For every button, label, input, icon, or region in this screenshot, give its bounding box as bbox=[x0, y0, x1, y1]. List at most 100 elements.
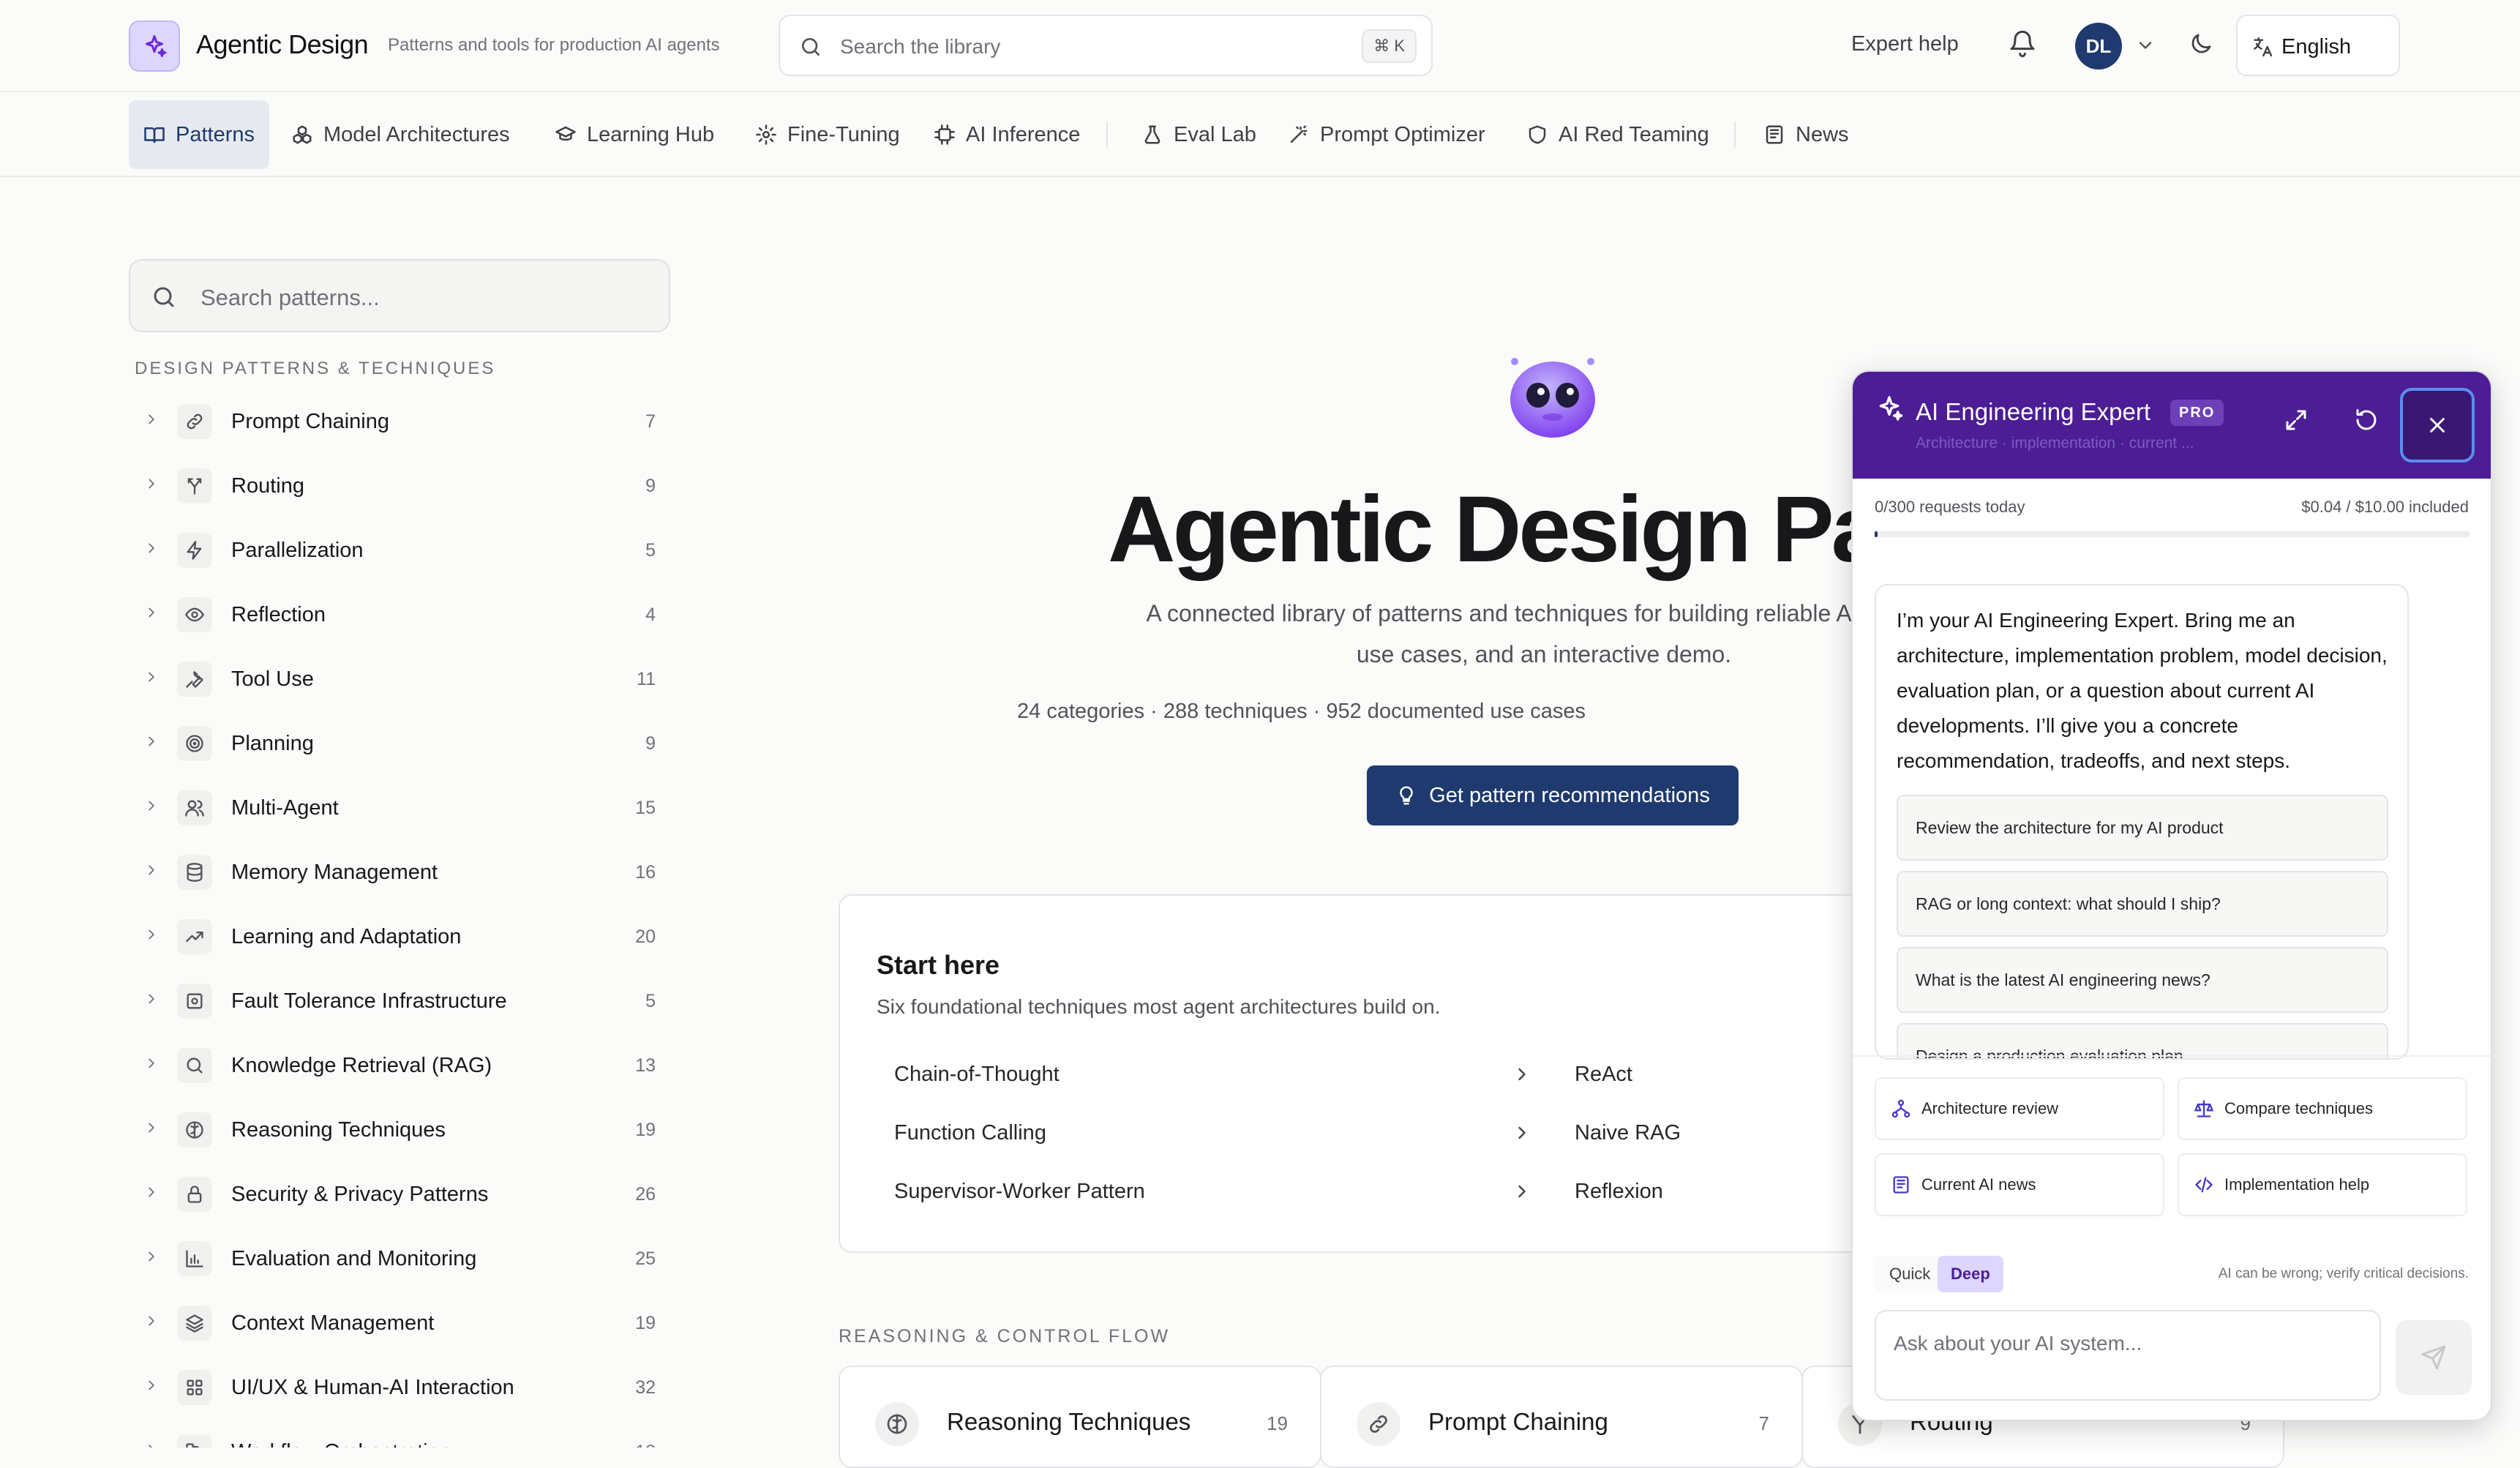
quick-action-architecture-review[interactable]: Architecture review bbox=[1875, 1077, 2164, 1140]
search-icon bbox=[151, 284, 177, 310]
bell-icon[interactable] bbox=[2008, 29, 2037, 59]
chevron-right-icon[interactable] bbox=[143, 1313, 160, 1329]
suggestion-button[interactable]: What is the latest AI engineering news? bbox=[1897, 947, 2388, 1013]
start-link-chain-of-thought[interactable]: Chain-of-Thought bbox=[894, 1063, 1060, 1087]
moon-icon[interactable] bbox=[2188, 31, 2214, 57]
graduation-cap-icon bbox=[555, 124, 577, 146]
gear-icon bbox=[755, 124, 777, 146]
start-link-react[interactable]: ReAct bbox=[1575, 1063, 1632, 1087]
nav-tab-fine-tuning[interactable]: Fine-Tuning bbox=[740, 100, 915, 169]
sidebar-item-fault-tolerance[interactable]: Fault Tolerance Infrastructure 5 bbox=[129, 967, 656, 1032]
sidebar-item-workflow-orchestration[interactable]: Workflow Orchestration 18 bbox=[129, 1418, 656, 1448]
close-icon[interactable] bbox=[2400, 388, 2475, 463]
translate-icon bbox=[2251, 35, 2274, 59]
chevron-right-icon[interactable] bbox=[143, 476, 160, 492]
trending-up-icon bbox=[177, 919, 212, 954]
chevron-right-icon[interactable] bbox=[143, 926, 160, 943]
refresh-icon[interactable] bbox=[2353, 407, 2380, 433]
suggestion-button[interactable]: RAG or long context: what should I ship? bbox=[1897, 871, 2388, 937]
chevron-right-icon[interactable] bbox=[143, 1377, 160, 1393]
quick-action-current-news[interactable]: Current AI news bbox=[1875, 1153, 2164, 1216]
sidebar-item-reflection[interactable]: Reflection 4 bbox=[129, 581, 656, 645]
sidebar-item-prompt-chaining[interactable]: Prompt Chaining 7 bbox=[129, 388, 656, 452]
nav-tab-ai-red-teaming[interactable]: AI Red Teaming bbox=[1512, 100, 1724, 169]
nav-tab-label: Learning Hub bbox=[587, 122, 715, 146]
quick-action-compare-techniques[interactable]: Compare techniques bbox=[2178, 1077, 2467, 1140]
chevron-right-icon[interactable] bbox=[143, 604, 160, 621]
sidebar-item-evaluation-monitoring[interactable]: Evaluation and Monitoring 25 bbox=[129, 1225, 656, 1289]
chevron-right-icon[interactable] bbox=[143, 1055, 160, 1071]
chevron-right-icon[interactable] bbox=[1512, 1123, 1532, 1143]
nav-tab-prompt-optimizer[interactable]: Prompt Optimizer bbox=[1273, 100, 1500, 169]
chevron-right-icon[interactable] bbox=[143, 798, 160, 814]
mode-toggle-deep[interactable]: Deep bbox=[1938, 1256, 2003, 1292]
category-card-prompt-chaining[interactable]: Prompt Chaining 7 bbox=[1320, 1366, 1803, 1468]
sidebar-item-parallelization[interactable]: Parallelization 5 bbox=[129, 517, 656, 581]
chevron-right-icon[interactable] bbox=[143, 1248, 160, 1265]
sidebar-item-label: Evaluation and Monitoring bbox=[231, 1247, 477, 1270]
sidebar-item-context-management[interactable]: Context Management 19 bbox=[129, 1289, 656, 1354]
sidebar-item-planning[interactable]: Planning 9 bbox=[129, 710, 656, 774]
chat-subtitle: Architecture · implementation · current … bbox=[1916, 435, 2194, 452]
chevron-right-icon[interactable] bbox=[1512, 1064, 1532, 1085]
newspaper-icon bbox=[1891, 1175, 1911, 1195]
book-icon bbox=[143, 124, 165, 146]
logo-icon[interactable] bbox=[129, 20, 180, 72]
chevron-right-icon[interactable] bbox=[143, 1184, 160, 1200]
chevron-right-icon[interactable] bbox=[143, 991, 160, 1007]
sidebar-item-tool-use[interactable]: Tool Use 11 bbox=[129, 645, 656, 710]
chevron-right-icon[interactable] bbox=[143, 862, 160, 878]
chevron-right-icon[interactable] bbox=[143, 540, 160, 556]
sidebar-item-learning-and-adaptation[interactable]: Learning and Adaptation 20 bbox=[129, 903, 656, 967]
chevron-right-icon[interactable] bbox=[143, 411, 160, 427]
suggestion-button[interactable]: Design a production evaluation plan bbox=[1897, 1023, 2388, 1058]
chat-input[interactable]: Ask about your AI system... bbox=[1875, 1310, 2381, 1401]
sidebar-item-count: 19 bbox=[635, 1313, 656, 1333]
start-link-reflexion[interactable]: Reflexion bbox=[1575, 1180, 1663, 1204]
usage-requests: 0/300 requests today bbox=[1875, 498, 2025, 516]
start-link-function-calling[interactable]: Function Calling bbox=[894, 1121, 1046, 1145]
assistant-message: I’m your AI Engineering Expert. Bring me… bbox=[1875, 584, 2409, 1060]
scale-icon bbox=[2194, 1098, 2214, 1119]
sidebar-item-memory-management[interactable]: Memory Management 16 bbox=[129, 839, 656, 903]
sidebar-item-reasoning-techniques[interactable]: Reasoning Techniques 19 bbox=[129, 1096, 656, 1161]
chat-title: AI Engineering Expert bbox=[1916, 398, 2151, 425]
quick-action-implementation-help[interactable]: Implementation help bbox=[2178, 1153, 2467, 1216]
nav-tab-learning-hub[interactable]: Learning Hub bbox=[540, 100, 729, 169]
start-link-supervisor-worker[interactable]: Supervisor-Worker Pattern bbox=[894, 1180, 1145, 1204]
nav-tab-news[interactable]: News bbox=[1749, 100, 1864, 169]
brand-name[interactable]: Agentic Design bbox=[196, 29, 369, 60]
sidebar-item-label: UI/UX & Human-AI Interaction bbox=[231, 1376, 514, 1399]
sidebar-item-ui-ux[interactable]: UI/UX & Human-AI Interaction 32 bbox=[129, 1354, 656, 1418]
category-card-reasoning[interactable]: Reasoning Techniques 19 bbox=[839, 1366, 1321, 1468]
chevron-right-icon[interactable] bbox=[143, 1442, 160, 1448]
get-recommendations-button[interactable]: Get pattern recommendations bbox=[1367, 765, 1739, 825]
sidebar-item-knowledge-retrieval[interactable]: Knowledge Retrieval (RAG) 13 bbox=[129, 1032, 656, 1096]
chevron-right-icon[interactable] bbox=[143, 669, 160, 685]
nav-tab-ai-inference[interactable]: AI Inference bbox=[919, 100, 1095, 169]
sidebar-item-routing[interactable]: Routing 9 bbox=[129, 452, 656, 517]
mode-toggle-quick[interactable]: Quick bbox=[1875, 1256, 1946, 1292]
nav-tab-eval-lab[interactable]: Eval Lab bbox=[1127, 100, 1271, 169]
sidebar-item-security-privacy[interactable]: Security & Privacy Patterns 26 bbox=[129, 1161, 656, 1225]
suggestion-button[interactable]: Review the architecture for my AI produc… bbox=[1897, 795, 2388, 861]
chevron-right-icon[interactable] bbox=[143, 733, 160, 749]
chevron-right-icon[interactable] bbox=[1512, 1181, 1532, 1202]
sidebar-item-label: Multi-Agent bbox=[231, 796, 339, 820]
database-icon bbox=[177, 855, 212, 890]
expand-icon[interactable] bbox=[2283, 407, 2309, 433]
pattern-search-input[interactable]: Search patterns... bbox=[129, 259, 670, 332]
sidebar-item-multi-agent[interactable]: Multi-Agent 15 bbox=[129, 774, 656, 839]
chevron-down-icon[interactable] bbox=[2135, 35, 2156, 56]
library-search[interactable]: Search the library ⌘ K bbox=[779, 15, 1433, 76]
start-here-title: Start here bbox=[877, 950, 1000, 980]
send-button[interactable] bbox=[2396, 1320, 2472, 1395]
language-selector[interactable]: English bbox=[2236, 15, 2400, 76]
user-avatar[interactable]: DL bbox=[2075, 23, 2122, 70]
expert-help-link[interactable]: Expert help bbox=[1851, 32, 1959, 56]
nav-tab-patterns[interactable]: Patterns bbox=[129, 100, 269, 169]
chevron-right-icon[interactable] bbox=[143, 1120, 160, 1136]
nav-tab-model-architectures[interactable]: Model Architectures bbox=[277, 100, 525, 169]
nav-tab-label: Patterns bbox=[176, 122, 255, 146]
start-link-naive-rag[interactable]: Naive RAG bbox=[1575, 1121, 1681, 1145]
